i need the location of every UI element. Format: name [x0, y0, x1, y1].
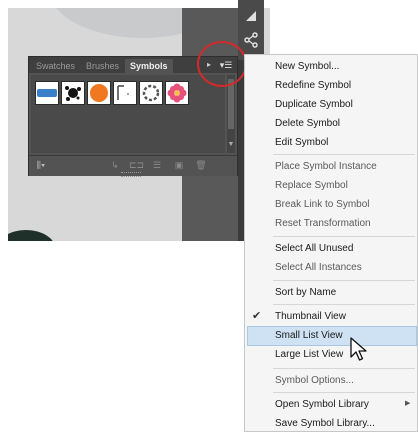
orange-circle-symbol[interactable] [87, 81, 111, 105]
menu-item-select-all-unused[interactable]: Select All Unused [275, 240, 353, 258]
menu-separator [273, 154, 415, 155]
menu-item-place-symbol-instance[interactable]: Place Symbol Instance [275, 158, 377, 176]
menu-item-new-symbol[interactable]: New Symbol... [275, 58, 339, 76]
checkmark-icon: ✔ [252, 310, 262, 322]
artboard-dark-shape [8, 230, 56, 241]
menu-item-sort-by-name[interactable]: Sort by Name [275, 284, 336, 302]
ring-symbol[interactable] [139, 81, 163, 105]
menu-item-open-symbol-library[interactable]: Open Symbol Library [275, 396, 369, 414]
menu-item-break-link[interactable]: Break Link to Symbol [275, 196, 370, 214]
menu-item-thumbnail-view[interactable]: Thumbnail View [275, 308, 346, 326]
break-link-icon[interactable]: ⊏⊐ [129, 160, 144, 170]
menu-item-select-all-instances[interactable]: Select All Instances [275, 259, 362, 277]
submenu-arrow-icon: ▶ [405, 400, 411, 407]
menu-item-save-symbol-library[interactable]: Save Symbol Library... [275, 415, 375, 433]
highlight-circle [197, 41, 247, 87]
menu-item-reset-transformation[interactable]: Reset Transformation [275, 215, 371, 233]
bracket-symbol[interactable] [113, 81, 137, 105]
symbol-libraries-icon[interactable]: ⫼▾ [35, 160, 47, 170]
symbol-thumbnails [31, 75, 225, 153]
symbol-options-icon[interactable]: ☰ [151, 160, 163, 170]
menu-separator [273, 368, 415, 369]
panel-flyout-menu: New Symbol... Redefine Symbol Duplicate … [244, 54, 418, 432]
resize-grip[interactable] [121, 172, 141, 177]
menu-item-replace-symbol[interactable]: Replace Symbol [275, 177, 348, 195]
menu-item-large-list-view[interactable]: Large List View [275, 346, 343, 364]
tab-brushes[interactable]: Brushes [81, 59, 124, 73]
menu-separator [273, 304, 415, 305]
mouse-pointer-icon [350, 337, 368, 368]
gradient-tool-icon[interactable] [242, 8, 260, 26]
menu-separator [273, 392, 415, 393]
menu-item-delete-symbol[interactable]: Delete Symbol [275, 115, 340, 133]
share-icon[interactable] [242, 32, 260, 50]
menu-item-edit-symbol[interactable]: Edit Symbol [275, 134, 328, 152]
scroll-thumb[interactable] [228, 79, 234, 129]
panel-bottom-bar: ⫼▾ ↳ ⊏⊐ ☰ ▣ 🗑 [29, 155, 237, 177]
panel-scrollbar[interactable]: ▼ [227, 75, 235, 153]
flower-symbol[interactable] [165, 81, 189, 105]
tab-swatches[interactable]: Swatches [31, 59, 80, 73]
menu-item-redefine-symbol[interactable]: Redefine Symbol [275, 77, 351, 95]
place-instance-icon[interactable]: ↳ [109, 160, 121, 170]
delete-symbol-icon[interactable]: 🗑 [195, 160, 207, 170]
menu-item-symbol-options[interactable]: Symbol Options... [275, 372, 354, 390]
menu-separator [273, 236, 415, 237]
scroll-down-icon[interactable]: ▼ [227, 141, 235, 151]
menu-item-duplicate-symbol[interactable]: Duplicate Symbol [275, 96, 353, 114]
menu-separator [273, 280, 415, 281]
new-symbol-icon[interactable]: ▣ [173, 160, 185, 170]
blue-bar-symbol[interactable] [35, 81, 59, 105]
menu-item-small-list-view[interactable]: Small List View [275, 327, 343, 345]
splatter-symbol[interactable] [61, 81, 85, 105]
tab-symbols[interactable]: Symbols [125, 59, 173, 73]
